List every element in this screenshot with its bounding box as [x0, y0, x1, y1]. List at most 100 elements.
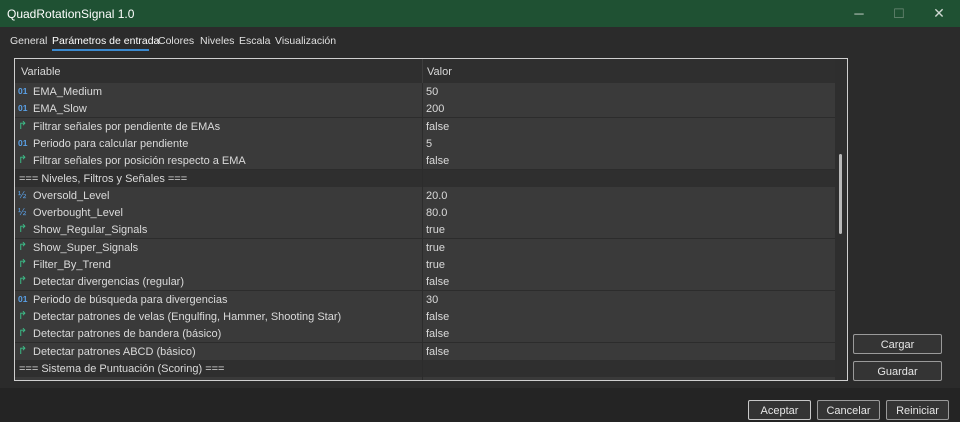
parameter-row[interactable]: ½ Overbought_Level 80.0: [15, 204, 835, 223]
tab-escala[interactable]: Escala: [239, 35, 271, 47]
minimize-icon[interactable]: ─: [839, 0, 879, 27]
parameter-value[interactable]: false: [426, 121, 449, 133]
section-row[interactable]: === Niveles, Filtros y Señales ===: [15, 169, 835, 188]
parameter-value[interactable]: false: [426, 155, 449, 167]
cell-divider: [422, 83, 423, 100]
reset-button[interactable]: Reiniciar: [886, 400, 949, 420]
cell-divider: [422, 204, 423, 222]
parameter-name: Detectar patrones de velas (Engulfing, H…: [33, 310, 342, 323]
parameter-name: Filtrar señales por posición respecto a …: [33, 155, 246, 168]
parameter-row[interactable]: ↱Enable_Signal_Scoring true: [15, 377, 835, 381]
parameter-value[interactable]: 80.0: [426, 207, 447, 219]
parameter-row[interactable]: ↱ Detectar divergencias (regular) false: [15, 273, 835, 292]
parameter-name: EMA_Slow: [33, 103, 87, 116]
tab-colores[interactable]: Colores: [158, 35, 194, 47]
title-bar: QuadRotationSignal 1.0 ─ ☐ ✕: [0, 0, 960, 27]
parameter-name: Periodo para calcular pendiente: [33, 137, 189, 150]
parameter-name: Periodo de búsqueda para divergencias: [33, 293, 228, 306]
parameter-value[interactable]: false: [426, 276, 449, 288]
parameter-name: Overbought_Level: [33, 207, 123, 220]
cell-divider: [422, 273, 423, 291]
boolean-icon: ↱: [18, 379, 31, 380]
parameter-value[interactable]: true: [426, 380, 445, 381]
cell-divider: [422, 256, 423, 273]
double-icon: ½: [18, 189, 27, 201]
parameter-value[interactable]: true: [426, 259, 445, 271]
boolean-icon: ↱: [18, 154, 28, 167]
tab-parametros-de-entrada[interactable]: Parámetros de entrada: [52, 35, 160, 51]
parameter-value[interactable]: false: [426, 346, 449, 358]
integer-icon: 01: [18, 103, 28, 114]
parameter-row[interactable]: 01 EMA_Slow 200: [15, 100, 835, 119]
scrollbar-thumb[interactable]: [839, 154, 842, 234]
cell-divider: [422, 100, 423, 118]
cell-divider: [422, 307, 423, 325]
parameter-value[interactable]: 50: [426, 86, 438, 98]
column-header-valor[interactable]: Valor: [427, 66, 452, 78]
parameter-name: Enable_Signal_Scoring: [33, 380, 147, 381]
tab-visualizacion[interactable]: Visualización: [275, 35, 336, 47]
save-button[interactable]: Guardar: [853, 361, 942, 381]
load-button[interactable]: Cargar: [853, 334, 942, 354]
parameter-row[interactable]: ↱ Detectar patrones de velas (Engulfing, …: [15, 307, 835, 326]
column-header-variable[interactable]: Variable: [21, 66, 61, 78]
parameter-row[interactable]: 01 EMA_Medium 50: [15, 83, 835, 101]
window-title: QuadRotationSignal 1.0: [7, 7, 135, 21]
parameter-row[interactable]: ↱ Show_Super_Signals true: [15, 238, 835, 257]
boolean-icon: ↱: [18, 223, 28, 236]
close-icon[interactable]: ✕: [919, 0, 959, 27]
grid-header: Variable Valor: [15, 59, 835, 84]
boolean-icon: ↱: [18, 309, 28, 322]
boolean-icon: ↱: [18, 240, 28, 253]
boolean-icon: ↱: [18, 119, 28, 132]
parameter-row[interactable]: 01 Periodo de búsqueda para divergencias 3…: [15, 290, 835, 309]
cell-divider: [422, 152, 423, 170]
parameter-row[interactable]: 01 Periodo para calcular pendiente 5: [15, 134, 835, 153]
parameter-value[interactable]: 30: [426, 294, 438, 306]
cell-divider: [422, 359, 423, 377]
parameter-row[interactable]: ↱ Filtrar señales por pendiente de EMAs fa…: [15, 117, 835, 136]
parameter-row[interactable]: ↱ Filtrar señales por posición respecto a…: [15, 152, 835, 171]
tab-general[interactable]: General: [10, 35, 47, 47]
parameter-row[interactable]: ↱ Show_Regular_Signals true: [15, 221, 835, 240]
boolean-icon: ↱: [18, 327, 28, 340]
parameter-name: === Niveles, Filtros y Señales ===: [19, 172, 188, 185]
parameter-row[interactable]: ↱ Filter_By_Trend true: [15, 256, 835, 274]
column-divider[interactable]: [422, 59, 423, 83]
cell-divider: [422, 186, 423, 204]
cancel-button[interactable]: Cancelar: [817, 400, 880, 420]
boolean-icon: ↱: [18, 275, 28, 288]
parameter-row[interactable]: ↱ Detectar patrones ABCD (básico) false: [15, 342, 835, 361]
parameter-value[interactable]: 5: [426, 138, 432, 150]
parameter-value[interactable]: 20.0: [426, 190, 447, 202]
parameter-value[interactable]: true: [426, 242, 445, 254]
parameter-name: EMA_Medium: [33, 86, 103, 98]
tab-niveles[interactable]: Niveles: [200, 35, 234, 47]
parameter-name: Detectar divergencias (regular): [33, 276, 185, 289]
cell-divider: [422, 117, 423, 135]
integer-icon: 01: [18, 86, 28, 96]
parameter-value[interactable]: true: [426, 224, 445, 236]
parameter-row[interactable]: ½ Oversold_Level 20.0: [15, 186, 835, 205]
boolean-icon: ↱: [18, 344, 28, 357]
parameter-value[interactable]: false: [426, 328, 449, 340]
tab-parametros-label: Parámetros de entrada: [52, 35, 160, 47]
parameter-value[interactable]: false: [426, 311, 449, 323]
cell-divider: [422, 238, 423, 256]
parameter-name: === Sistema de Puntuación (Scoring) ===: [19, 362, 225, 375]
dialog-footer: [0, 388, 960, 422]
vertical-scrollbar[interactable]: [835, 59, 847, 380]
section-row[interactable]: === Sistema de Puntuación (Scoring) ===: [15, 359, 835, 378]
integer-icon: 01: [18, 293, 28, 304]
cell-divider: [422, 325, 423, 343]
cell-divider: [422, 134, 423, 152]
maximize-icon[interactable]: ☐: [879, 0, 919, 27]
cell-divider: [422, 342, 423, 360]
parameter-value[interactable]: 200: [426, 103, 444, 115]
parameter-name: Oversold_Level: [33, 189, 110, 202]
ok-button[interactable]: Aceptar: [748, 400, 811, 420]
cell-divider: [422, 169, 423, 187]
boolean-icon: ↱: [18, 258, 28, 270]
parameter-row[interactable]: ↱ Detectar patrones de bandera (básico) fa…: [15, 325, 835, 344]
cell-divider: [422, 221, 423, 239]
